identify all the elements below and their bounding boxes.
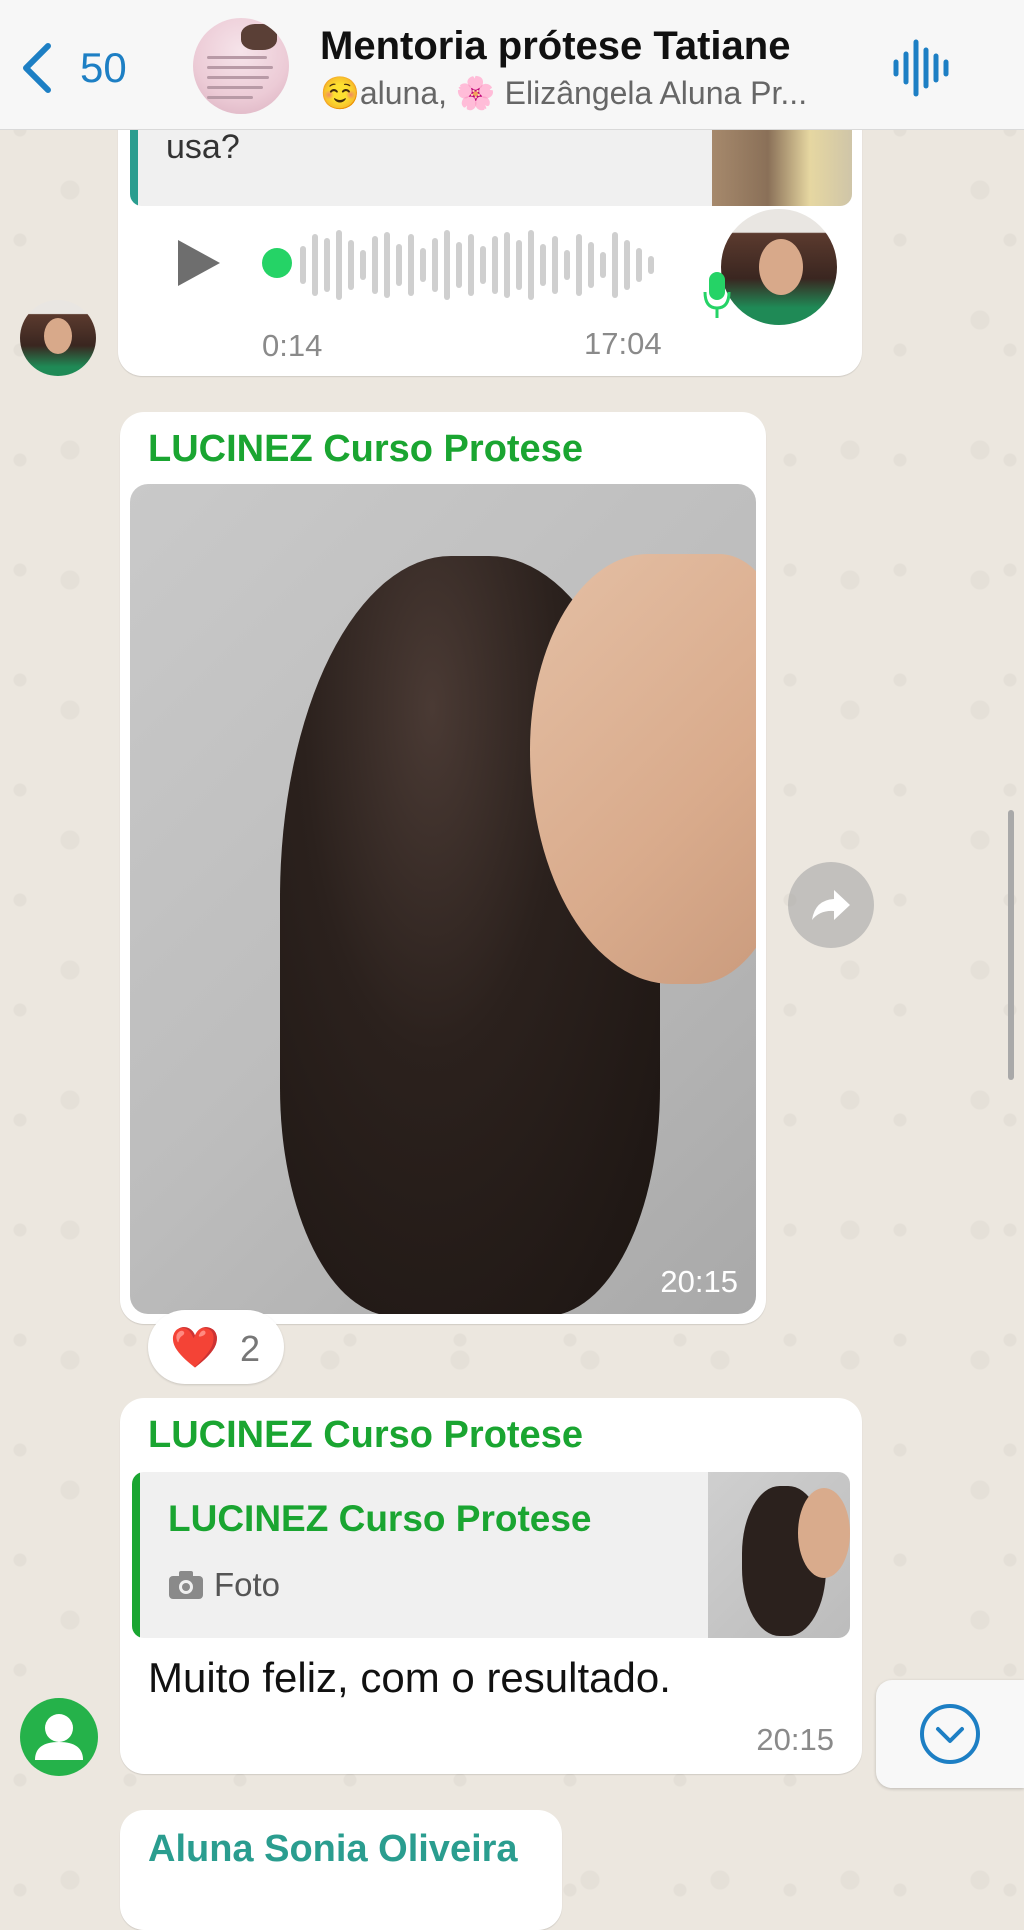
reaction-count: 2 xyxy=(240,1328,261,1369)
message-text[interactable]: Muito feliz, com o resultado. xyxy=(148,1654,671,1702)
photo-message-bubble: LUCINEZ Curso Protese 20:15 xyxy=(120,412,766,1324)
message-photo[interactable]: 20:15 xyxy=(130,484,756,1314)
message-sender[interactable]: Aluna Sonia Oliveira xyxy=(148,1828,518,1871)
audio-timestamp: 17:04 xyxy=(584,326,662,361)
chevron-left-icon xyxy=(23,43,51,93)
sender-avatar[interactable] xyxy=(20,300,96,376)
quoted-type: Foto xyxy=(214,1566,281,1603)
play-icon[interactable] xyxy=(174,238,224,288)
reply-message-bubble: LUCINEZ Curso Protese LUCINEZ Curso Prot… xyxy=(120,1398,862,1774)
next-message-bubble: Aluna Sonia Oliveira xyxy=(120,1810,562,1930)
message-time: 20:15 xyxy=(756,1722,834,1757)
voice-wave-icon[interactable] xyxy=(890,38,950,98)
message-sender[interactable]: LUCINEZ Curso Protese xyxy=(148,1414,583,1457)
scroll-indicator[interactable] xyxy=(1008,810,1014,1080)
chat-members[interactable]: ☺️aluna, 🌸 Elizângela Aluna Pr... xyxy=(320,74,860,112)
unread-count: 50 xyxy=(80,44,127,91)
forward-button[interactable] xyxy=(788,862,874,948)
chevron-down-icon xyxy=(920,1704,980,1764)
photo-time: 20:15 xyxy=(660,1264,738,1299)
reaction-pill[interactable]: ❤️ 2 xyxy=(148,1310,284,1384)
back-button[interactable]: 50 xyxy=(18,40,127,96)
message-sender[interactable]: LUCINEZ Curso Protese xyxy=(148,428,583,471)
chat-title[interactable]: Mentoria prótese Tatiane xyxy=(320,24,790,69)
audio-progress-dot[interactable] xyxy=(262,248,292,278)
group-avatar[interactable] xyxy=(193,18,289,114)
quoted-thumbnail xyxy=(708,1472,850,1638)
forward-icon xyxy=(812,890,850,920)
quoted-text: usa? xyxy=(166,128,240,166)
quoted-sender: LUCINEZ Curso Protese xyxy=(168,1498,592,1539)
audio-message-bubble: usa? 0:14 17:04 xyxy=(118,110,862,376)
quoted-message[interactable]: LUCINEZ Curso Protese Foto xyxy=(132,1472,850,1638)
avatar-decoration xyxy=(241,24,277,50)
audio-duration: 0:14 xyxy=(262,328,323,363)
heart-icon: ❤️ xyxy=(170,1326,220,1370)
default-avatar[interactable] xyxy=(20,1698,98,1776)
user-icon xyxy=(35,1714,83,1760)
audio-waveform[interactable] xyxy=(300,230,680,300)
chat-header: 50 Mentoria prótese Tatiane ☺️aluna, 🌸 E… xyxy=(0,0,1024,130)
scroll-to-bottom-button[interactable] xyxy=(876,1680,1024,1788)
camera-icon xyxy=(169,1571,203,1599)
mic-icon xyxy=(703,272,731,318)
audio-sender-avatar[interactable] xyxy=(718,206,840,328)
